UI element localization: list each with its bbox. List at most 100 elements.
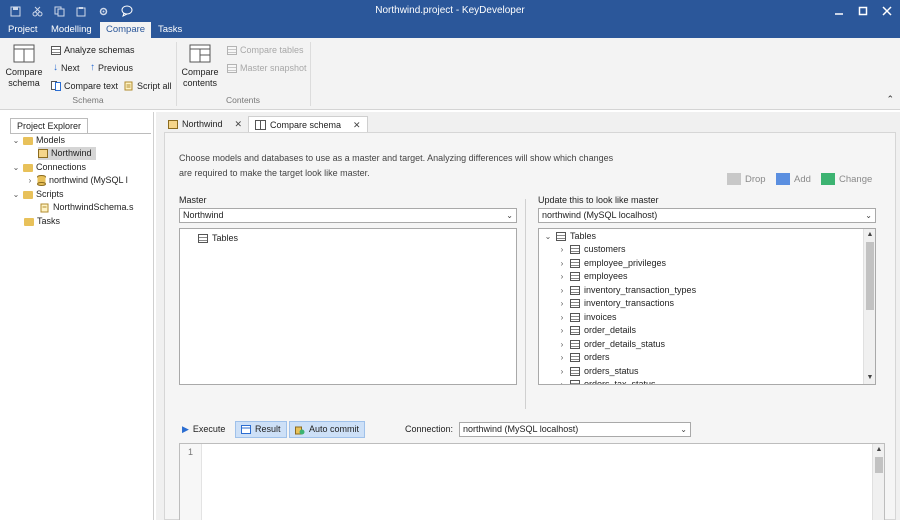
compare-tables-button[interactable]: Compare tables [227,43,304,57]
table-name: orders [584,352,610,362]
master-select[interactable]: Northwind ⌄ [179,208,517,223]
editor-scrollbar[interactable]: ▲ ▼ [872,444,884,520]
compare-contents-button[interactable]: Compare contents [180,44,220,89]
chevron-right-icon[interactable]: › [558,338,566,351]
target-table-row[interactable]: › orders_status [558,365,639,378]
target-table-row[interactable]: › customers [558,243,626,256]
result-button[interactable]: Result [235,421,287,438]
compare-tables-label: Compare tables [240,45,304,55]
legend-change-label: Change [839,173,873,185]
target-tree[interactable]: ⌄ Tables › customers › employee_privileges ›… [538,228,876,385]
chevron-down-icon[interactable]: ⌄ [12,134,20,147]
tree-models-label: Models [36,135,66,145]
scroll-thumb[interactable] [875,457,883,473]
target-select-value: northwind (MySQL localhost) [542,210,658,220]
analyze-schemas-button[interactable]: Analyze schemas [51,43,135,57]
chevron-right-icon[interactable]: › [558,257,566,270]
close-button[interactable] [874,0,900,22]
table-name: invoices [584,311,617,322]
chevron-right-icon[interactable]: › [558,311,566,324]
tree-tasks[interactable]: Tasks [24,215,60,228]
master-tree[interactable]: Tables [179,228,517,385]
compare-tables-icon [227,45,237,55]
table-name: orders_status [584,365,639,376]
tab-tasks[interactable]: Tasks [152,22,188,38]
previous-label: Previous [98,63,134,73]
sql-editor[interactable]: 1 ▲ ▼ [179,443,885,520]
tree-connections[interactable]: ⌄ Connections [12,161,86,174]
tab-project-explorer[interactable]: Project Explorer [10,118,89,133]
auto-commit-button[interactable]: Auto commit [289,421,366,438]
compare-text-icon [51,81,61,91]
tab-modelling[interactable]: Modelling [45,22,98,38]
chevron-down-icon[interactable]: ⌄ [544,230,552,243]
tree-northwind-model[interactable]: Northwind [38,147,96,160]
minimize-button[interactable] [826,0,852,22]
tree-connection-item[interactable]: › northwind (MySQL l [26,174,128,187]
commit-icon [295,426,305,434]
previous-button[interactable]: ↑ Previous [90,61,133,75]
connection-select[interactable]: northwind (MySQL localhost) ⌄ [459,422,691,437]
close-tab-icon[interactable]: ✕ [235,116,243,132]
scroll-down-icon[interactable]: ▼ [864,372,875,384]
table-icon [570,312,580,322]
target-tree-root[interactable]: ⌄ Tables [544,230,596,243]
target-tree-scrollbar[interactable]: ▲ ▼ [863,229,875,384]
collapse-ribbon-icon[interactable]: ⌃ [886,94,894,105]
chevron-down-icon[interactable]: ⌄ [12,188,20,201]
description-line: are required to make the target look lik… [179,168,370,178]
tab-project[interactable]: Project [2,22,44,38]
chevron-right-icon[interactable]: › [558,351,566,364]
close-tab-icon[interactable]: ✕ [353,117,361,133]
target-table-row[interactable]: › order_details_status [558,338,665,351]
compare-text-button[interactable]: Compare text [51,79,118,93]
folder-icon [23,136,33,145]
target-table-row[interactable]: › invoices [558,311,617,324]
target-select[interactable]: northwind (MySQL localhost) ⌄ [538,208,876,223]
tree-scripts[interactable]: ⌄ Scripts [12,188,64,201]
scroll-thumb[interactable] [866,242,874,310]
target-table-row[interactable]: › employee_privileges [558,257,666,270]
chevron-right-icon[interactable]: › [558,378,566,384]
splitter[interactable] [525,199,526,409]
target-table-row[interactable]: › inventory_transactions [558,297,674,310]
chevron-right-icon[interactable]: › [558,324,566,337]
scroll-up-icon[interactable]: ▲ [873,444,885,456]
tab-compare[interactable]: Compare [100,22,152,38]
window-title: Northwind.project - KeyDeveloper [375,5,525,16]
target-label: Update this to look like master [538,195,659,205]
target-table-row[interactable]: › employees [558,270,628,283]
execute-button[interactable]: ▶ Execute [177,421,230,438]
target-table-row[interactable]: › orders [558,351,610,364]
script-all-button[interactable]: Script all [124,79,172,93]
table-name: employees [584,271,628,281]
script-all-label: Script all [137,81,172,91]
legend-add: Add [776,173,811,185]
target-table-row[interactable]: › orders_tax_status [558,378,656,384]
tree-script-item[interactable]: NorthwindSchema.s [40,201,134,214]
chevron-down-icon: ⌄ [865,211,872,220]
target-table-row[interactable]: › inventory_transaction_types [558,284,696,297]
chevron-right-icon[interactable]: › [558,284,566,297]
chevron-right-icon[interactable]: › [558,270,566,283]
next-button[interactable]: ↓ Next [53,61,80,75]
scroll-up-icon[interactable]: ▲ [864,229,875,241]
table-icon [198,234,208,243]
chevron-right-icon[interactable]: › [558,297,566,310]
chevron-down-icon[interactable]: ⌄ [12,161,20,174]
tree-models[interactable]: ⌄ Models [12,134,65,147]
chevron-right-icon[interactable]: › [558,243,566,256]
compare-schema-button[interactable]: Compare schema [4,44,44,89]
compare-text-label: Compare text [64,81,119,91]
tab-northwind[interactable]: Northwind ✕ [162,116,248,132]
chevron-right-icon[interactable]: › [558,365,566,378]
table-name: customers [584,244,626,254]
tree-scripts-label: Scripts [36,189,64,199]
tab-compare-schema[interactable]: Compare schema ✕ [248,116,368,132]
chevron-right-icon[interactable]: › [26,174,34,187]
master-snapshot-button[interactable]: Master snapshot [227,61,307,75]
master-tree-root[interactable]: Tables [198,232,238,245]
table-icon [570,272,580,281]
target-table-row[interactable]: › order_details [558,324,636,337]
maximize-button[interactable] [850,0,876,22]
